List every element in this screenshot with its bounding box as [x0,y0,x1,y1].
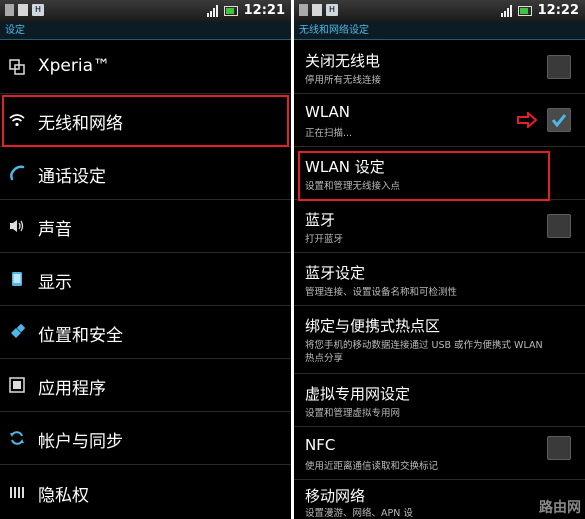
clock: 12:22 [537,3,579,18]
settings-item-apps[interactable]: 应用程序 [0,359,291,412]
setting-subtitle: 打开蓝牙 [305,234,344,245]
setting-bluetooth-settings[interactable]: 蓝牙设定 管理连接、设置设备名称和可检测性 [294,253,585,306]
settings-item-privacy[interactable]: 隐私权 [0,465,291,519]
setting-title: 绑定与便携式热点区 [305,317,441,335]
location-security-icon [8,323,26,341]
network-badge: H [326,4,339,16]
settings-panel: H 12:21 设定 Xperia™ 无线和网络 通话设定 声音 显示 位置和安… [0,0,291,519]
settings-item-accounts[interactable]: 帐户与同步 [0,412,291,465]
highlight-frame [298,151,550,201]
privacy-icon [8,483,26,501]
setting-title: 关闭无线电 [305,52,381,70]
network-badge: H [32,4,45,16]
phone-icon [8,164,26,182]
notification-icon [18,4,28,16]
setting-title: 蓝牙设定 [305,264,366,282]
applications-icon [8,376,26,394]
setting-subtitle: 正在扫描... [305,128,353,139]
clock: 12:21 [243,3,285,18]
xperia-icon [8,58,26,76]
battery-icon [517,5,532,16]
signal-icon [206,4,218,17]
status-bar: H 12:21 [0,0,291,22]
arrow-icon [517,112,537,128]
signal-icon [500,4,512,17]
speaker-icon [8,217,26,235]
bluetooth-checkbox[interactable] [547,214,571,238]
setting-tethering[interactable]: 绑定与便携式热点区 将您手机的移动数据连接通过 USB 或作为便携式 WLAN … [294,306,585,374]
setting-title: 蓝牙 [305,211,336,229]
highlight-frame [2,95,289,147]
notification-icon [312,4,322,16]
setting-wlan[interactable]: WLAN 正在扫描... [294,94,585,147]
settings-item-label: 声音 [38,220,72,240]
nfc-checkbox[interactable] [547,436,571,460]
setting-subtitle: 设置和管理虚拟专用网 [305,408,401,419]
setting-title: 虚拟专用网设定 [305,385,411,403]
checkmark-icon [551,114,567,128]
setting-title: NFC [305,436,336,454]
settings-item-sound[interactable]: 声音 [0,200,291,253]
watermark: 路由网 [539,500,581,516]
settings-item-display[interactable]: 显示 [0,253,291,306]
usb-icon [299,4,308,16]
wlan-checkbox[interactable] [547,108,571,132]
setting-nfc[interactable]: NFC 使用近距离通信读取和交换标记 [294,427,585,480]
settings-item-label: 位置和安全 [38,326,123,346]
display-icon [8,270,26,288]
usb-icon [5,4,14,16]
settings-item-call[interactable]: 通话设定 [0,147,291,200]
setting-title: WLAN [305,103,351,121]
setting-subtitle: 将您手机的移动数据连接通过 USB 或作为便携式 WLAN 热点分享 [305,340,543,364]
setting-vpn[interactable]: 虚拟专用网设定 设置和管理虚拟专用网 [294,374,585,427]
settings-item-label: 显示 [38,273,72,293]
settings-item-label: 通话设定 [38,167,106,187]
setting-bluetooth[interactable]: 蓝牙 打开蓝牙 [294,200,585,253]
settings-item-label: Xperia™ [38,56,111,76]
status-bar: H 12:22 [294,0,585,22]
battery-icon [223,5,238,16]
setting-airplane-mode[interactable]: 关闭无线电 停用所有无线连接 [294,41,585,94]
airplane-mode-checkbox[interactable] [547,55,571,79]
setting-subtitle: 设置漫游、网络、APN 设 [305,508,413,519]
setting-subtitle: 使用近距离通信读取和交换标记 [305,461,439,472]
settings-item-location[interactable]: 位置和安全 [0,306,291,359]
wireless-settings-panel: H 12:22 无线和网络设定 关闭无线电 停用所有无线连接 WLAN 正在扫描… [294,0,585,519]
setting-title: 移动网络 [305,487,366,505]
settings-item-label: 应用程序 [38,379,106,399]
setting-subtitle: 管理连接、设置设备名称和可检测性 [305,287,458,298]
settings-item-label: 隐私权 [38,486,89,506]
sync-icon [8,429,26,447]
page-title: 设定 [0,22,291,40]
settings-item-label: 帐户与同步 [38,432,123,452]
settings-item-xperia[interactable]: Xperia™ [0,41,291,94]
setting-subtitle: 停用所有无线连接 [305,75,382,86]
page-title: 无线和网络设定 [294,22,585,40]
